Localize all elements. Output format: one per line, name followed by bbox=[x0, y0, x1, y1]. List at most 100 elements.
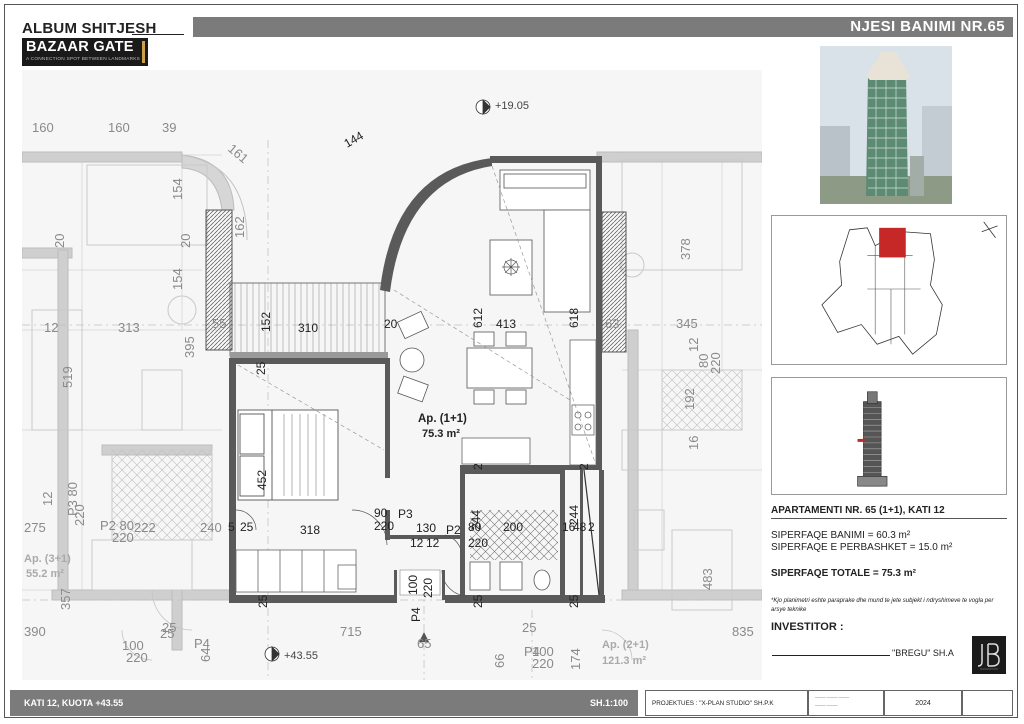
dimension-label: 378 bbox=[678, 238, 693, 260]
dimension-label: 12 bbox=[40, 492, 55, 506]
investor-rule bbox=[772, 655, 890, 656]
neighbour-right-label: Ap. (2+1) bbox=[602, 639, 649, 651]
dimension-label: 25 bbox=[522, 620, 536, 635]
floor-info: KATI 12, KUOTA +43.55 bbox=[24, 698, 124, 708]
dimension-label: 25 bbox=[471, 594, 485, 608]
dimension-label: 220 bbox=[126, 650, 148, 665]
designer-name: PROJEKTUES : "X-PLAN STUDIO" SH.P.K bbox=[652, 700, 774, 707]
dimension-label: 20 bbox=[178, 234, 193, 248]
area-living: SIPERFAQE BANIMI = 60.3 m² bbox=[771, 530, 911, 541]
dimension-label: 275 bbox=[24, 520, 46, 535]
dimension-label: 100 bbox=[406, 575, 420, 595]
dimension-label: 220 bbox=[468, 536, 488, 550]
dimension-label: 152 bbox=[259, 312, 273, 332]
dimension-label: 244 bbox=[567, 505, 581, 525]
dimension-label: 222 bbox=[134, 520, 156, 535]
title-block-line-1: ——— ——— ——— bbox=[815, 695, 850, 699]
dimension-label: 160 bbox=[32, 120, 54, 135]
neighbour-right-area: 121.3 m² bbox=[602, 655, 646, 667]
neighbour-left-area: 55.2 m² bbox=[26, 568, 64, 580]
level-mark-upper: +19.05 bbox=[495, 100, 529, 112]
dimension-label: 12 bbox=[44, 320, 58, 335]
dimension-label: 220 bbox=[72, 504, 87, 526]
dimension-label: 2 bbox=[471, 463, 485, 470]
drawing-scale: SH.1:100 bbox=[589, 698, 628, 708]
apartment-area: 75.3 m² bbox=[422, 428, 460, 440]
dimension-label: 55 bbox=[212, 316, 226, 331]
dimension-label: 25 bbox=[256, 594, 270, 608]
dimension-label: 2 bbox=[588, 520, 595, 534]
dimension-label: 313 bbox=[118, 320, 140, 335]
dimension-label: 174 bbox=[568, 648, 583, 670]
unit-title: NJESI BANIMI NR.65 bbox=[850, 18, 1005, 35]
dimension-label: 310 bbox=[298, 321, 318, 335]
dimension-label: 5 bbox=[228, 520, 235, 534]
dimension-label: 162 bbox=[232, 216, 247, 238]
album-underline bbox=[132, 34, 184, 35]
dimension-label: 2 bbox=[577, 463, 591, 470]
dimension-label: 395 bbox=[182, 336, 197, 358]
dimension-label: 90 bbox=[374, 506, 388, 520]
apartment-title: APARTAMENTI NR. 65 (1+1), KATI 12 bbox=[771, 505, 945, 516]
title-block-empty bbox=[962, 690, 1013, 716]
dimension-label: 220 bbox=[112, 530, 134, 545]
dimension-label: 200 bbox=[503, 520, 523, 534]
dimension-label: 16 bbox=[686, 436, 701, 450]
dimension-label: 715 bbox=[340, 624, 362, 639]
key-plan bbox=[771, 215, 1007, 365]
dimension-label: 357 bbox=[58, 588, 73, 610]
dimension-label: 130 bbox=[416, 521, 436, 535]
dimension-label: 390 bbox=[24, 624, 46, 639]
dimension-label: 318 bbox=[300, 523, 320, 537]
title-block-designer: PROJEKTUES : "X-PLAN STUDIO" SH.P.K bbox=[645, 690, 808, 716]
dimension-label: 25 bbox=[162, 620, 176, 635]
dimension-label: 160 bbox=[108, 120, 130, 135]
dimension-label: 452 bbox=[255, 470, 269, 490]
dimension-label: 519 bbox=[60, 366, 75, 388]
elevation-floor-highlight bbox=[857, 438, 866, 442]
footer-bar: KATI 12, KUOTA +43.55 SH.1:100 bbox=[10, 690, 638, 716]
dimension-label: 413 bbox=[496, 317, 516, 331]
dimension-label: 65 bbox=[417, 636, 431, 651]
dimension-label: 25 bbox=[240, 520, 254, 534]
dimension-label: 240 bbox=[200, 520, 222, 535]
dimension-label: 154 bbox=[170, 268, 185, 290]
title-block-notes: ——— ——— ——— ——— ——— bbox=[808, 690, 884, 716]
dimension-label: 612 bbox=[471, 308, 485, 328]
dimension-label: 192 bbox=[682, 388, 697, 410]
dimension-label: 66 bbox=[492, 654, 507, 668]
neighbour-left-label: Ap. (3+1) bbox=[24, 553, 71, 565]
dimension-label: 20 bbox=[384, 317, 398, 331]
dimension-label: 154 bbox=[170, 178, 185, 200]
logo-name: BAZAAR GATE bbox=[26, 39, 134, 55]
dimension-label: 618 bbox=[567, 308, 581, 328]
level-mark-lower: +43.55 bbox=[284, 650, 318, 662]
title-block-line-2: ——— ——— bbox=[815, 703, 838, 707]
dimension-label: 20 bbox=[52, 234, 67, 248]
dimension-label: 12 bbox=[686, 338, 701, 352]
floor-plan: +19.05 +43.55 Ap. (1+1) 75.3 m² Ap. (3+1… bbox=[22, 70, 762, 680]
dimension-label: 64 bbox=[198, 648, 213, 662]
title-block-year: 2024 bbox=[884, 690, 962, 716]
key-plan-unit-highlight bbox=[879, 227, 906, 258]
dimension-label: 12 bbox=[410, 536, 424, 550]
apartment-label: Ap. (1+1) bbox=[418, 413, 467, 425]
logo-tagline: A CONNECTION SPOT BETWEEN LANDMARKS bbox=[26, 57, 141, 62]
dimension-label: 244 bbox=[469, 510, 483, 530]
investor-label: INVESTITOR : bbox=[771, 621, 844, 633]
dimension-label: 12 bbox=[426, 536, 440, 550]
area-shared: SIPERFAQE E PERBASHKET = 15.0 m² bbox=[771, 542, 953, 553]
dimension-label: 835 bbox=[732, 624, 754, 639]
plan-disclaimer: *Kjo planimetri eshte paraprake dhe mund… bbox=[771, 598, 994, 613]
dimension-label: 345 bbox=[676, 316, 698, 331]
dimension-label: P4 bbox=[409, 607, 423, 622]
dimension-label: 25 bbox=[567, 594, 581, 608]
dimension-label: 220 bbox=[421, 578, 435, 598]
dimension-label: 220 bbox=[374, 519, 394, 533]
dimension-label: 483 bbox=[700, 568, 715, 590]
logo-accent bbox=[142, 41, 145, 63]
dimension-label: 220 bbox=[708, 352, 723, 374]
dimension-label: 63 bbox=[605, 316, 619, 331]
dimension-label: 25 bbox=[254, 361, 268, 375]
investor-logo bbox=[972, 636, 1006, 674]
